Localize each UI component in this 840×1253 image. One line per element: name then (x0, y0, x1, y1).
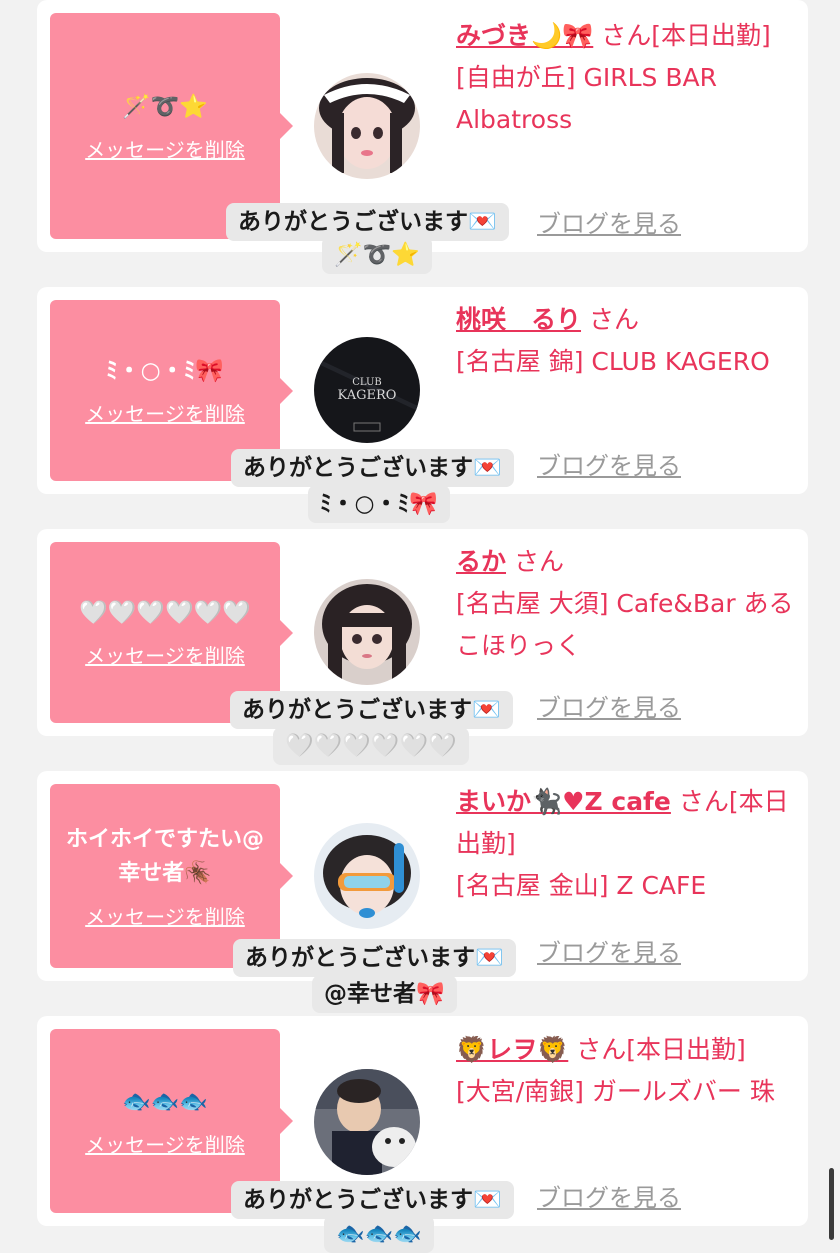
shop-location: [自由が丘] GIRLS BAR Albatross (456, 63, 717, 134)
delete-message-link[interactable]: メッセージを削除 (85, 640, 245, 669)
delete-message-link[interactable]: メッセージを削除 (85, 134, 245, 163)
cast-info: みづき🌙🎀 さん[本日出勤] [自由が丘] GIRLS BAR Albatros… (456, 15, 796, 141)
cast-name-link[interactable]: みづき🌙🎀 (456, 21, 593, 50)
avatar[interactable]: CLUB KAGERO (314, 337, 420, 443)
message-text: 🤍🤍🤍🤍🤍🤍 (79, 600, 251, 626)
view-blog-link[interactable]: ブログを見る (537, 1178, 681, 1213)
delete-message-link[interactable]: メッセージを削除 (85, 398, 245, 427)
san-suffix: さん (513, 547, 564, 576)
scrollbar-thumb[interactable] (829, 1168, 834, 1240)
message-text: 🪄➰⭐ (122, 93, 208, 120)
cast-info: るか さん [名古屋 大須] Cafe&Bar あるこほりっく (456, 541, 796, 667)
avatar-logo-text: CLUB (352, 377, 382, 388)
san-suffix: さん (678, 787, 729, 816)
view-blog-link[interactable]: ブログを見る (537, 446, 681, 481)
view-blog-link[interactable]: ブログを見る (537, 688, 681, 723)
cast-info: まいか🐈‍⬛♥Z cafe さん[本日出勤] [名古屋 金山] Z CAFE (456, 781, 796, 907)
delete-message-link[interactable]: メッセージを削除 (85, 901, 245, 930)
san-suffix: さん (576, 1035, 627, 1064)
thanks-bubble: ありがとうございます💌 (233, 939, 516, 977)
avatar[interactable] (314, 73, 420, 179)
thanks-bubble: ありがとうございます💌 (230, 691, 513, 729)
shop-location: [名古屋 金山] Z CAFE (456, 871, 707, 900)
avatar-logo-text: KAGERO (338, 388, 397, 403)
view-blog-link[interactable]: ブログを見る (537, 204, 681, 239)
cast-info: 桃咲 るり さん [名古屋 錦] CLUB KAGERO (456, 299, 796, 383)
cast-name-link[interactable]: るか (456, 547, 506, 576)
san-suffix: さん (588, 305, 639, 334)
avatar[interactable] (314, 823, 420, 929)
shop-location: [名古屋 錦] CLUB KAGERO (456, 347, 770, 376)
shop-location: [名古屋 大須] Cafe&Bar あるこほりっく (456, 589, 794, 660)
view-blog-link[interactable]: ブログを見る (537, 933, 681, 968)
shop-location: [大宮/南銀] ガールズバー 珠 (456, 1077, 775, 1106)
thanks-bubble-sub: 🪄➰⭐ (322, 236, 432, 274)
avatar[interactable] (314, 579, 420, 685)
status-label: [本日出勤] (626, 1035, 746, 1064)
message-text: 🐟🐟🐟 (122, 1088, 208, 1115)
cast-info: 🦁レヲ🦁 さん[本日出勤] [大宮/南銀] ガールズバー 珠 (456, 1029, 796, 1113)
avatar[interactable] (314, 1069, 420, 1175)
thanks-bubble-sub: 🐟🐟🐟 (324, 1215, 434, 1253)
san-suffix: さん (601, 21, 652, 50)
delete-message-link[interactable]: メッセージを削除 (85, 1129, 245, 1158)
status-label: [本日出勤] (651, 21, 771, 50)
cast-name-link[interactable]: 桃咲 るり (456, 305, 581, 334)
thanks-bubble-sub: ﾐ・○・ﾐ🎀 (308, 485, 450, 523)
message-text: ホイホイですたい@幸せ者🪳 (65, 826, 264, 886)
cast-name-link[interactable]: まいか🐈‍⬛♥Z cafe (456, 787, 671, 816)
thanks-bubble: ありがとうございます💌 (231, 449, 514, 487)
message-text: ﾐ・○・ﾐ🎀 (106, 358, 224, 384)
cast-name-link[interactable]: 🦁レヲ🦁 (456, 1035, 568, 1064)
thanks-bubble-sub: @幸せ者🎀 (312, 975, 457, 1013)
thanks-bubble-sub: 🤍🤍🤍🤍🤍🤍 (273, 727, 469, 765)
thanks-bubble: ありがとうございます💌 (231, 1181, 514, 1219)
